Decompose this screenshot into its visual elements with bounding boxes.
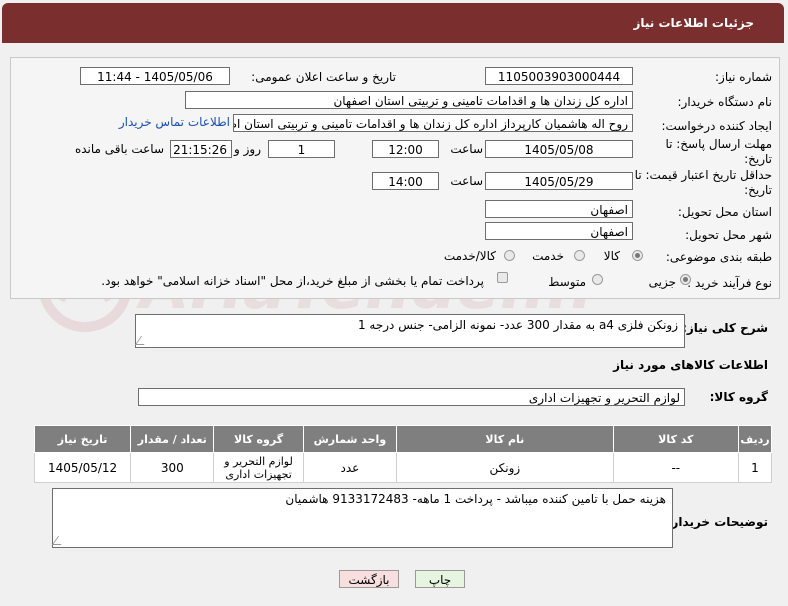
buyer-org-field: اداره کل زندان ها و اقدامات تامینی و ترب… — [185, 91, 633, 109]
col-quantity: تعداد / مقدار — [130, 425, 215, 453]
print-button[interactable]: چاپ — [415, 570, 465, 588]
buyer-org-label: نام دستگاه خریدار: — [677, 95, 773, 109]
table-row: 1405/05/12 300 لوازم التحریر و تجهیزات ا… — [33, 452, 773, 483]
requester-label: ایجاد کننده درخواست: — [661, 119, 772, 133]
description-text: زونکن فلزی a4 به مقدار 300 عدد- نمونه ال… — [357, 318, 678, 332]
goods-group-label: گروه کالا: — [709, 390, 768, 404]
process-radio-minor[interactable] — [680, 274, 691, 285]
delivery-city-field: اصفهان — [485, 222, 633, 240]
price-validity-date: 1405/05/29 — [485, 172, 633, 190]
category-radio-goods-service[interactable] — [504, 250, 515, 261]
need-number-label: شماره نیاز: — [715, 70, 772, 84]
reply-time-label: ساعت — [450, 142, 483, 156]
process-radio-medium[interactable] — [592, 274, 603, 285]
description-label: شرح کلی نیاز: — [682, 321, 768, 335]
goods-table: تاریخ نیاز تعداد / مقدار گروه کالا واحد … — [33, 425, 773, 483]
col-unit: واحد شمارش — [302, 425, 398, 453]
category-option-goods-service: کالا/خدمت — [443, 249, 496, 263]
description-textarea[interactable]: زونکن فلزی a4 به مقدار 300 عدد- نمونه ال… — [134, 314, 685, 348]
resize-handle-icon[interactable] — [134, 336, 151, 345]
col-goods-group: گروه کالا — [213, 425, 304, 453]
process-option-minor: جزیی — [648, 275, 676, 289]
col-goods-code: کد کالا — [612, 425, 739, 453]
category-label: طبقه بندی موضوعی: — [665, 250, 772, 264]
delivery-province-label: استان محل تحویل: — [677, 205, 772, 219]
table-header-row: تاریخ نیاز تعداد / مقدار گروه کالا واحد … — [33, 425, 773, 453]
validity-time-label: ساعت — [450, 174, 483, 188]
col-need-date: تاریخ نیاز — [33, 425, 132, 453]
goods-section-title: اطلاعات کالاهای مورد نیاز — [613, 358, 768, 372]
reply-deadline-label: مهلت ارسال پاسخ: تا تاریخ: — [665, 137, 772, 166]
need-number-field: 1105003903000444 — [485, 67, 633, 85]
buyer-contact-link[interactable]: اطلاعات تماس خریدار — [119, 115, 230, 129]
category-option-service: خدمت — [532, 249, 564, 263]
page-header: جزئیات اطلاعات نیاز — [2, 3, 784, 43]
category-radio-goods[interactable] — [632, 250, 643, 261]
cell-goods-name: زونکن — [396, 452, 614, 483]
remaining-time-field: 21:15:26 — [170, 140, 232, 158]
buyer-notes-text: هزینه حمل با تامین کننده میباشد - پرداخت… — [285, 492, 666, 506]
reply-days-field: 1 — [268, 140, 335, 158]
requester-field: روح اله هاشمیان کارپرداز اداره کل زندان … — [233, 114, 633, 132]
buyer-notes-label: توضیحات خریدار: — [666, 515, 768, 529]
cell-goods-group: لوازم التحریر و تجهیزات اداری — [213, 452, 304, 483]
back-button[interactable]: بازگشت — [339, 570, 399, 588]
page-title: جزئیات اطلاعات نیاز — [633, 16, 754, 30]
resize-handle-icon[interactable] — [51, 536, 68, 545]
process-option-medium: متوسط — [548, 275, 586, 289]
purchase-process-label: نوع فرآیند خرید : — [687, 276, 772, 290]
delivery-city-label: شهر محل تحویل: — [685, 228, 772, 242]
announce-datetime-label: تاریخ و ساعت اعلان عمومی: — [251, 70, 396, 84]
treasury-payment-checkbox[interactable] — [497, 272, 508, 283]
category-option-goods: کالا — [603, 249, 620, 263]
announce-datetime-field: 1405/05/06 - 11:44 — [80, 67, 230, 85]
buyer-notes-textarea[interactable]: هزینه حمل با تامین کننده میباشد - پرداخت… — [51, 488, 673, 548]
cell-quantity: 300 — [130, 452, 215, 483]
cell-need-date: 1405/05/12 — [33, 452, 132, 483]
delivery-province-field: اصفهان — [485, 200, 633, 218]
treasury-payment-note: پرداخت تمام یا بخشی از مبلغ خرید،از محل … — [101, 274, 484, 288]
price-validity-time: 14:00 — [372, 172, 439, 190]
col-row-number: ردیف — [737, 425, 773, 453]
col-goods-name: نام کالا — [396, 425, 614, 453]
remaining-label: ساعت باقی مانده — [74, 142, 164, 156]
days-label: روز و — [234, 142, 261, 156]
category-radio-service[interactable] — [574, 250, 585, 261]
price-validity-label: حداقل تاریخ اعتبار قیمت: تا تاریخ: — [634, 168, 772, 197]
goods-group-field: لوازم التحریر و تجهیزات اداری — [138, 388, 685, 406]
reply-deadline-time: 12:00 — [372, 140, 439, 158]
reply-deadline-date: 1405/05/08 — [485, 140, 633, 158]
cell-unit: عدد — [302, 452, 398, 483]
cell-row-number: 1 — [737, 452, 773, 483]
cell-goods-code: -- — [612, 452, 739, 483]
